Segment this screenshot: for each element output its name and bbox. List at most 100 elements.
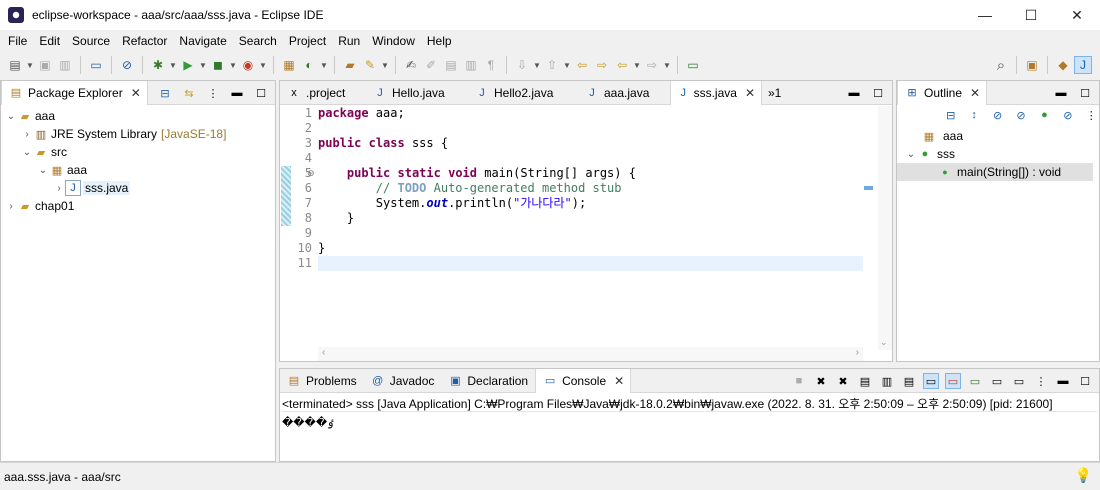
- maximize-view-icon[interactable]: ☐: [1077, 85, 1093, 101]
- tree-item[interactable]: ⌄ ▰ aaa: [1, 107, 275, 125]
- collapse-all-icon[interactable]: ⊟: [943, 107, 958, 123]
- chevron-down-icon[interactable]: ⌄: [5, 111, 17, 122]
- overview-ruler[interactable]: [862, 106, 878, 350]
- hide-non-public-icon[interactable]: ●: [1037, 107, 1052, 123]
- debug-dropdown-icon[interactable]: ▼: [169, 56, 177, 74]
- run-dropdown-icon[interactable]: ▼: [199, 56, 207, 74]
- outline-item[interactable]: ⌄ ● sss: [897, 145, 1099, 163]
- previous-annotation-dropdown-icon[interactable]: ▼: [563, 56, 571, 74]
- tab-outline[interactable]: ⊞ Outline ✕: [897, 80, 988, 105]
- back-icon[interactable]: ⇦: [613, 56, 631, 74]
- fold-icon[interactable]: ⊖: [307, 168, 315, 179]
- menu-navigate[interactable]: Navigate: [173, 34, 232, 48]
- remove-launch-icon[interactable]: ✖: [813, 373, 829, 389]
- menu-file[interactable]: File: [2, 34, 33, 48]
- coverage-dropdown-icon[interactable]: ▼: [229, 56, 237, 74]
- chevron-down-icon[interactable]: ⌄: [905, 149, 917, 160]
- menu-project[interactable]: Project: [283, 34, 332, 48]
- tab-aaa-java[interactable]: J aaa.java: [578, 81, 670, 105]
- close-icon[interactable]: ✕: [745, 86, 755, 100]
- forward-dropdown-icon[interactable]: ▼: [663, 56, 671, 74]
- open-console-icon[interactable]: ▭: [87, 56, 105, 74]
- hide-static-icon[interactable]: ⊘: [1013, 107, 1028, 123]
- new-package-icon[interactable]: ▦: [280, 56, 298, 74]
- vertical-scrollbar[interactable]: ⌄: [878, 106, 892, 350]
- save-all-icon[interactable]: ▥: [56, 56, 74, 74]
- view-menu-icon[interactable]: ⋮: [1084, 107, 1099, 123]
- search-tool-dropdown-icon[interactable]: ▼: [381, 56, 389, 74]
- minimize-view-icon[interactable]: ▬: [1053, 85, 1069, 101]
- menu-edit[interactable]: Edit: [33, 34, 66, 48]
- search-icon[interactable]: ⌕: [992, 56, 1010, 74]
- show-on-output-icon[interactable]: ▭: [923, 373, 939, 389]
- close-icon[interactable]: ✕: [970, 86, 980, 100]
- maximize-view-icon[interactable]: ☐: [1077, 373, 1093, 389]
- chevron-right-icon[interactable]: ›: [5, 201, 17, 212]
- display-console-icon[interactable]: ▭: [989, 373, 1005, 389]
- next-annotation-dropdown-icon[interactable]: ▼: [533, 56, 541, 74]
- new-class-dropdown-icon[interactable]: ▼: [320, 56, 328, 74]
- menu-help[interactable]: Help: [421, 34, 458, 48]
- clear-console-icon[interactable]: ▤: [857, 373, 873, 389]
- outline-item[interactable]: ▦ aaa: [897, 127, 1099, 145]
- chevron-right-icon[interactable]: ›: [53, 183, 65, 194]
- chevron-right-icon[interactable]: ›: [21, 129, 33, 140]
- tab-project[interactable]: x .project: [280, 81, 366, 105]
- close-icon[interactable]: ✕: [614, 374, 624, 388]
- tree-item[interactable]: › J sss.java: [1, 179, 275, 197]
- debug-icon[interactable]: ✱: [149, 56, 167, 74]
- tab-javadoc[interactable]: @ Javadoc: [364, 369, 442, 393]
- tip-icon[interactable]: 💡: [1075, 467, 1092, 484]
- new-icon[interactable]: ▤: [6, 56, 24, 74]
- back-dropdown-icon[interactable]: ▼: [633, 56, 641, 74]
- outline-item[interactable]: ● main(String[]) : void: [897, 163, 1093, 181]
- coverage-icon[interactable]: ◼: [209, 56, 227, 74]
- pin-console-icon[interactable]: ▭: [967, 373, 983, 389]
- forward-edit-icon[interactable]: ⇨: [593, 56, 611, 74]
- tab-sss-java[interactable]: J sss.java ✕: [670, 80, 762, 105]
- block-selection-icon[interactable]: ▤: [442, 56, 460, 74]
- tab-declaration[interactable]: ▣ Declaration: [441, 369, 535, 393]
- next-annotation-icon[interactable]: ⇩: [513, 56, 531, 74]
- new-class-icon[interactable]: ◐: [300, 56, 318, 74]
- chevron-down-icon[interactable]: ⌄: [37, 165, 49, 176]
- view-menu-icon[interactable]: ⋮: [1033, 373, 1049, 389]
- pin-editor-icon[interactable]: ▭: [684, 56, 702, 74]
- skip-breakpoints-icon[interactable]: ⊘: [118, 56, 136, 74]
- mark-occurrences-icon[interactable]: ✐: [422, 56, 440, 74]
- open-console-icon[interactable]: ▭: [1011, 373, 1027, 389]
- minimize-button[interactable]: —: [962, 0, 1008, 30]
- external-tools-icon[interactable]: ◉: [239, 56, 257, 74]
- menu-refactor[interactable]: Refactor: [116, 34, 173, 48]
- link-with-editor-icon[interactable]: ⇆: [181, 85, 197, 101]
- minimize-view-icon[interactable]: ▬: [1055, 373, 1071, 389]
- scroll-lock-icon[interactable]: ▥: [879, 373, 895, 389]
- external-tools-dropdown-icon[interactable]: ▼: [259, 56, 267, 74]
- sort-icon[interactable]: ↕: [966, 107, 981, 123]
- maximize-view-icon[interactable]: ☐: [253, 85, 269, 101]
- new-dropdown-icon[interactable]: ▼: [26, 56, 34, 74]
- tab-overflow[interactable]: »1: [762, 81, 788, 105]
- java-perspective-icon[interactable]: J: [1074, 56, 1092, 74]
- show-whitespace-icon[interactable]: ¶: [482, 56, 500, 74]
- menu-run[interactable]: Run: [332, 34, 366, 48]
- console-output[interactable]: ����ٶ: [282, 411, 1097, 441]
- maximize-button[interactable]: ☐: [1008, 0, 1054, 30]
- tab-package-explorer[interactable]: ▤ Package Explorer ✕: [1, 80, 148, 105]
- toggle-annotation-icon[interactable]: ✍: [402, 56, 420, 74]
- tab-hello2-java[interactable]: J Hello2.java: [468, 81, 578, 105]
- remove-all-terminated-icon[interactable]: ✖: [835, 373, 851, 389]
- terminate-icon[interactable]: ■: [791, 373, 807, 389]
- tree-item[interactable]: ⌄ ▦ aaa: [1, 161, 275, 179]
- run-icon[interactable]: ▶: [179, 56, 197, 74]
- tree-item[interactable]: › ▰ chap01: [1, 197, 275, 215]
- close-icon[interactable]: ✕: [131, 86, 141, 100]
- hide-local-types-icon[interactable]: ⊘: [1060, 107, 1075, 123]
- tab-problems[interactable]: ▤ Problems: [280, 369, 364, 393]
- menu-window[interactable]: Window: [366, 34, 421, 48]
- open-type-icon[interactable]: ▰: [341, 56, 359, 74]
- last-edit-location-icon[interactable]: ⇦: [573, 56, 591, 74]
- forward-icon[interactable]: ⇨: [643, 56, 661, 74]
- show-on-error-icon[interactable]: ▭: [945, 373, 961, 389]
- tab-hello-java[interactable]: J Hello.java: [366, 81, 468, 105]
